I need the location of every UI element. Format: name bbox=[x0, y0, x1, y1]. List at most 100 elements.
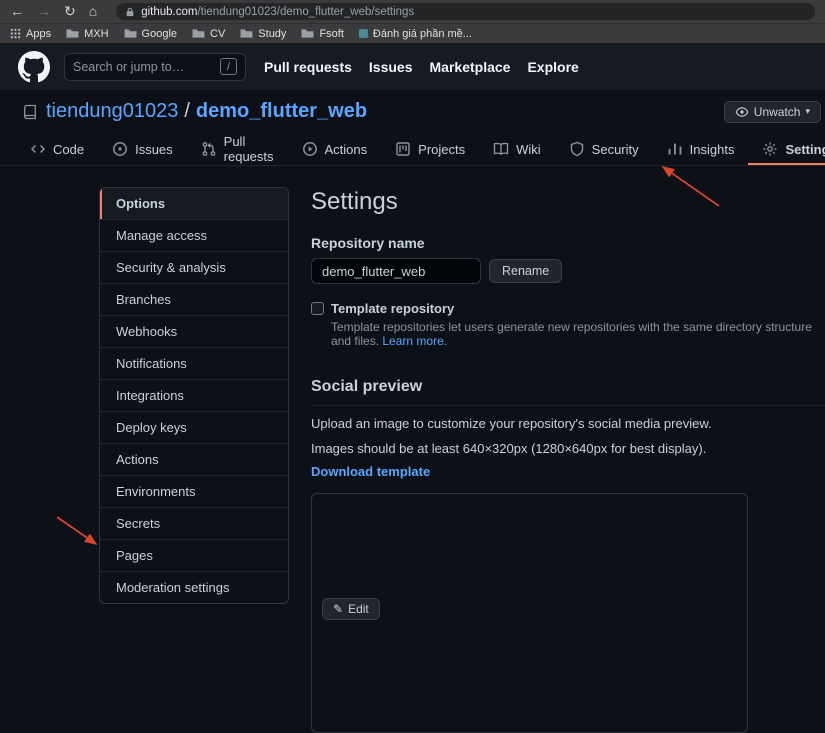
tab-insights[interactable]: Insights bbox=[653, 133, 749, 165]
download-template-link[interactable]: Download template bbox=[311, 464, 430, 479]
book-icon bbox=[493, 141, 509, 157]
tab-pull-requests[interactable]: Pull requests bbox=[187, 133, 288, 165]
social-preview-line2: Images should be at least 640×320px (128… bbox=[311, 441, 825, 456]
tab-label: Projects bbox=[418, 142, 465, 157]
repository-name-input[interactable] bbox=[311, 258, 481, 284]
sidebar-item-security-analysis[interactable]: Security & analysis bbox=[100, 251, 288, 283]
gear-icon bbox=[762, 141, 778, 157]
template-repository-label: Template repository bbox=[331, 301, 454, 316]
folder-icon bbox=[301, 28, 314, 39]
repo-separator: / bbox=[184, 100, 190, 123]
tab-label: Issues bbox=[135, 142, 173, 157]
pencil-icon: ✎ bbox=[333, 602, 343, 616]
repo-header: tiendung01023 / demo_flutter_web Unwatch… bbox=[0, 90, 825, 133]
graph-icon bbox=[667, 141, 683, 157]
sidebar-item-webhooks[interactable]: Webhooks bbox=[100, 315, 288, 347]
unwatch-label: Unwatch bbox=[754, 105, 801, 119]
learn-more-link[interactable]: Learn more. bbox=[382, 334, 447, 348]
forward-icon[interactable]: → bbox=[37, 0, 51, 23]
tab-label: Pull requests bbox=[224, 134, 274, 164]
sidebar-item-notifications[interactable]: Notifications bbox=[100, 347, 288, 379]
tab-code[interactable]: Code bbox=[16, 133, 98, 165]
tab-label: Actions bbox=[325, 142, 368, 157]
bookmark-folder-fsoft[interactable]: Fsoft bbox=[301, 28, 343, 40]
tab-settings[interactable]: Settings bbox=[748, 133, 825, 165]
sidebar-item-deploy-keys[interactable]: Deploy keys bbox=[100, 411, 288, 443]
tab-projects[interactable]: Projects bbox=[381, 133, 479, 165]
bookmark-apps[interactable]: Apps bbox=[10, 28, 51, 40]
url-text: github.com/tiendung01023/demo_flutter_we… bbox=[141, 6, 414, 18]
page-title: Settings bbox=[311, 187, 825, 217]
tab-issues[interactable]: Issues bbox=[98, 133, 187, 165]
bookmark-label: Fsoft bbox=[319, 28, 343, 40]
sidebar-item-environments[interactable]: Environments bbox=[100, 475, 288, 507]
repository-name-label: Repository name bbox=[311, 235, 825, 251]
bookmark-danh-gia[interactable]: Đánh giá phần mề... bbox=[359, 28, 472, 40]
sidebar-item-branches[interactable]: Branches bbox=[100, 283, 288, 315]
github-nav: Pull requests Issues Marketplace Explore bbox=[264, 59, 579, 75]
nav-marketplace[interactable]: Marketplace bbox=[430, 59, 511, 75]
global-search[interactable]: / bbox=[64, 53, 246, 81]
sidebar-item-moderation-settings[interactable]: Moderation settings bbox=[100, 571, 288, 603]
sidebar-item-options[interactable]: Options bbox=[100, 188, 288, 219]
social-preview-line1: Upload an image to customize your reposi… bbox=[311, 416, 825, 431]
tab-label: Security bbox=[592, 142, 639, 157]
settings-sidebar: Options Manage access Security & analysi… bbox=[99, 187, 289, 604]
repo-title: tiendung01023 / demo_flutter_web bbox=[46, 100, 367, 123]
folder-icon bbox=[66, 28, 79, 39]
settings-main: Settings Repository name Rename Template… bbox=[311, 187, 825, 733]
sidebar-item-manage-access[interactable]: Manage access bbox=[100, 219, 288, 251]
repo-book-icon bbox=[22, 104, 38, 120]
tab-actions[interactable]: Actions bbox=[288, 133, 382, 165]
folder-icon bbox=[192, 28, 205, 39]
tab-wiki[interactable]: Wiki bbox=[479, 133, 555, 165]
play-circle-icon bbox=[302, 141, 318, 157]
template-repository-description: Template repositories let users generate… bbox=[331, 320, 825, 348]
address-bar[interactable]: github.com/tiendung01023/demo_flutter_we… bbox=[116, 3, 815, 20]
sidebar-item-actions[interactable]: Actions bbox=[100, 443, 288, 475]
tab-label: Wiki bbox=[516, 142, 541, 157]
reload-icon[interactable]: ↻ bbox=[64, 0, 76, 23]
search-input[interactable] bbox=[73, 60, 214, 74]
template-repository-checkbox[interactable] bbox=[311, 302, 324, 315]
home-icon[interactable]: ⌂ bbox=[89, 0, 97, 23]
repo-tab-bar: Code Issues Pull requests Actions Projec… bbox=[0, 133, 825, 166]
back-icon[interactable]: ← bbox=[10, 0, 24, 23]
sidebar-item-integrations[interactable]: Integrations bbox=[100, 379, 288, 411]
bookmark-folder-study[interactable]: Study bbox=[240, 28, 286, 40]
repo-owner-link[interactable]: tiendung01023 bbox=[46, 100, 178, 123]
bookmark-folder-mxh[interactable]: MXH bbox=[66, 28, 108, 40]
apps-grid-icon bbox=[10, 28, 21, 39]
edit-social-preview-button[interactable]: ✎ Edit bbox=[322, 598, 380, 620]
github-logo-icon[interactable] bbox=[18, 51, 50, 83]
folder-icon bbox=[124, 28, 137, 39]
nav-explore[interactable]: Explore bbox=[527, 59, 578, 75]
bookmark-label: Study bbox=[258, 28, 286, 40]
lock-icon bbox=[125, 6, 135, 18]
unwatch-button[interactable]: Unwatch ▾ bbox=[724, 101, 821, 123]
shield-icon bbox=[569, 141, 585, 157]
tab-label: Settings bbox=[785, 142, 825, 157]
repo-name-link[interactable]: demo_flutter_web bbox=[196, 100, 367, 123]
settings-page: Options Manage access Security & analysi… bbox=[0, 166, 825, 733]
browser-toolbar: ← → ↻ ⌂ github.com/tiendung01023/demo_fl… bbox=[0, 0, 825, 23]
git-pull-request-icon bbox=[201, 141, 217, 157]
social-preview-heading: Social preview bbox=[311, 378, 825, 406]
tab-label: Code bbox=[53, 142, 84, 157]
bookmark-label: CV bbox=[210, 28, 225, 40]
bookmarks-bar: Apps MXH Google CV Study Fsoft Đánh giá … bbox=[0, 23, 825, 43]
sidebar-item-secrets[interactable]: Secrets bbox=[100, 507, 288, 539]
nav-issues[interactable]: Issues bbox=[369, 59, 413, 75]
bookmark-label: Google bbox=[142, 28, 177, 40]
code-icon bbox=[30, 141, 46, 157]
tab-security[interactable]: Security bbox=[555, 133, 653, 165]
folder-icon bbox=[240, 28, 253, 39]
github-header: / Pull requests Issues Marketplace Explo… bbox=[0, 43, 825, 90]
chevron-down-icon: ▾ bbox=[805, 107, 810, 116]
rename-button[interactable]: Rename bbox=[489, 259, 562, 283]
sidebar-item-pages[interactable]: Pages bbox=[100, 539, 288, 571]
nav-pull-requests[interactable]: Pull requests bbox=[264, 59, 352, 75]
bookmark-folder-google[interactable]: Google bbox=[124, 28, 177, 40]
project-board-icon bbox=[395, 141, 411, 157]
bookmark-folder-cv[interactable]: CV bbox=[192, 28, 225, 40]
